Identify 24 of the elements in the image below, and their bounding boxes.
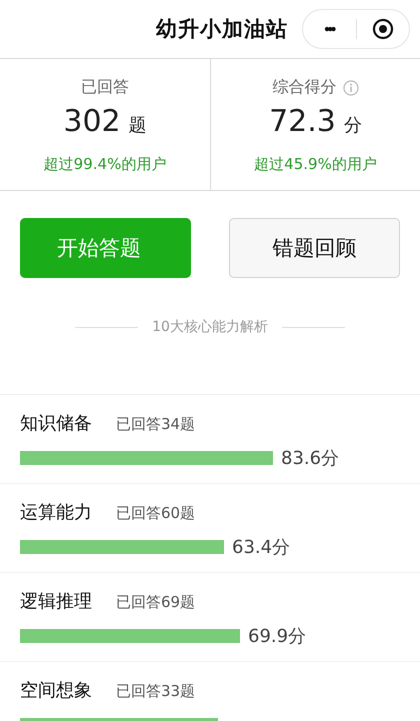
stat-unit: 题 xyxy=(128,114,147,137)
section-title: 10大核心能力解析 xyxy=(152,318,268,336)
stat-value: 72.3 xyxy=(269,104,336,139)
more-button[interactable]: ••• xyxy=(303,10,356,48)
stat-label: 综合得分 xyxy=(272,77,336,98)
ability-name: 逻辑推理 xyxy=(20,590,92,613)
window-title: 幼升小加油站 xyxy=(156,16,288,43)
score-reading: 63.4分 xyxy=(232,536,290,559)
stat-note: 超过99.4%的用户 xyxy=(44,155,166,174)
ability-name: 知识储备 xyxy=(20,412,92,435)
ability-name: 空间想象 xyxy=(20,679,92,702)
stat-unit: 分 xyxy=(344,114,362,137)
answered-count: 已回答33题 xyxy=(116,682,196,701)
ability-name: 运算能力 xyxy=(20,501,92,524)
answered-count: 已回答60题 xyxy=(116,504,196,523)
stat-note: 超过45.9%的用户 xyxy=(254,155,377,174)
answered-count: 已回答34题 xyxy=(116,415,196,434)
stat-value: 302 xyxy=(63,104,121,139)
stat-label: 已回答 xyxy=(81,77,129,98)
review-button[interactable]: 错题回顾 xyxy=(229,218,400,278)
score-reading: 83.6分 xyxy=(281,447,340,470)
target-icon xyxy=(372,18,394,40)
answered-count: 已回答69题 xyxy=(116,593,196,612)
score-reading: 69.9分 xyxy=(248,625,306,648)
